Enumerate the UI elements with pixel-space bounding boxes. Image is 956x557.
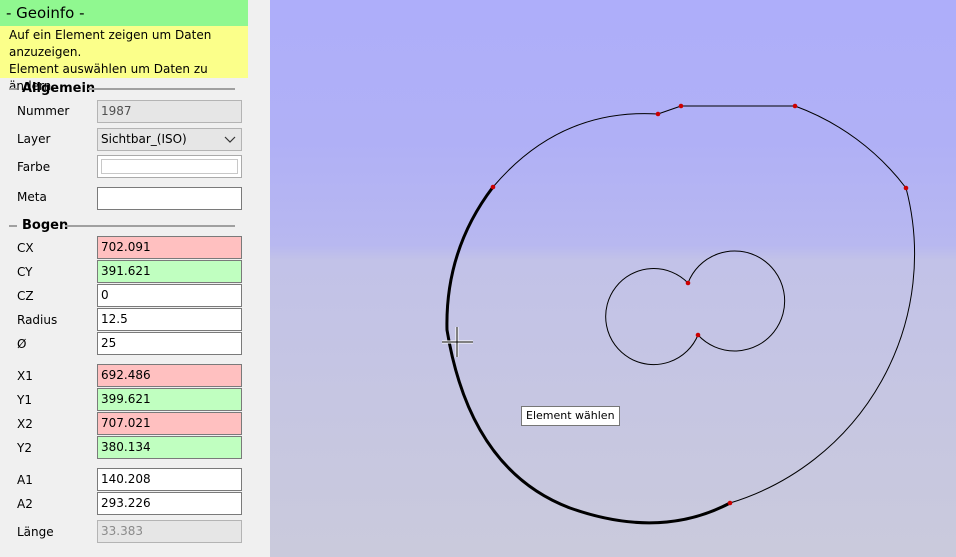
a2-label: A2 [17,497,33,511]
a1-label: A1 [17,473,33,487]
contour-line-connector[interactable] [657,105,682,115]
hint-line-2: anzuzeigen. [9,45,82,59]
number-field[interactable]: 1987 [97,100,242,123]
inner-arc-left[interactable] [605,268,699,366]
color-swatch [101,159,238,174]
chevron-down-icon [224,136,236,143]
x2-label: X2 [17,417,33,431]
cx-input[interactable]: 702.091 [97,236,242,259]
drawing-canvas[interactable]: Element wählen [270,0,956,557]
cx-label: CX [17,241,34,255]
radius-input[interactable]: 12.5 [97,308,242,331]
panel-hint: Auf ein Element zeigen um Daten anzuzeig… [0,26,248,93]
contour-arc-top-right[interactable] [794,105,907,189]
node[interactable] [695,332,701,338]
node[interactable] [903,185,909,191]
y1-label: Y1 [17,393,32,407]
node[interactable] [490,184,496,190]
layer-label: Layer [17,132,51,146]
radius-label: Radius [17,313,58,327]
color-label: Farbe [17,160,51,174]
node[interactable] [792,103,798,109]
inner-arc-right[interactable] [687,250,786,352]
meta-label: Meta [17,190,47,204]
contour-arc-top-left[interactable] [492,113,659,188]
contour-arc-selected[interactable] [445,186,731,525]
section-arc: Bogen [9,218,235,234]
number-label: Nummer [17,104,70,118]
diameter-label: Ø [17,337,27,351]
y2-label: Y2 [17,441,32,455]
drawing-svg[interactable] [270,0,956,557]
node-markers [490,103,909,506]
y2-input[interactable]: 380.134 [97,436,242,459]
x1-label: X1 [17,369,33,383]
node[interactable] [685,280,691,286]
cy-label: CY [17,265,33,279]
node[interactable] [678,103,684,109]
length-field: 33.383 [97,520,242,543]
cz-input[interactable]: 0 [97,284,242,307]
cz-label: CZ [17,289,34,303]
cy-input[interactable]: 391.621 [97,260,242,283]
x2-input[interactable]: 707.021 [97,412,242,435]
x1-input[interactable]: 692.486 [97,364,242,387]
y1-input[interactable]: 399.621 [97,388,242,411]
node[interactable] [655,111,661,117]
tooltip: Element wählen [521,406,620,426]
hint-line-1: Auf ein Element zeigen um Daten [9,28,212,42]
color-field[interactable] [97,155,242,178]
length-label: Länge [17,525,54,539]
a1-input[interactable]: 140.208 [97,468,242,491]
node[interactable] [727,500,733,506]
a2-input[interactable]: 293.226 [97,492,242,515]
geoinfo-panel: - Geoinfo - Auf ein Element zeigen um Da… [0,0,248,557]
section-general-title: Allgemein [22,81,96,96]
meta-input[interactable] [97,187,242,210]
layer-select[interactable]: Sichtbar_(ISO) [97,128,242,151]
layer-select-value: Sichtbar_(ISO) [101,132,187,146]
diameter-input[interactable]: 25 [97,332,242,355]
section-arc-title: Bogen [22,218,69,233]
panel-splitter[interactable] [248,0,270,557]
panel-title: - Geoinfo - [0,0,248,26]
section-general: Allgemein [9,81,235,97]
